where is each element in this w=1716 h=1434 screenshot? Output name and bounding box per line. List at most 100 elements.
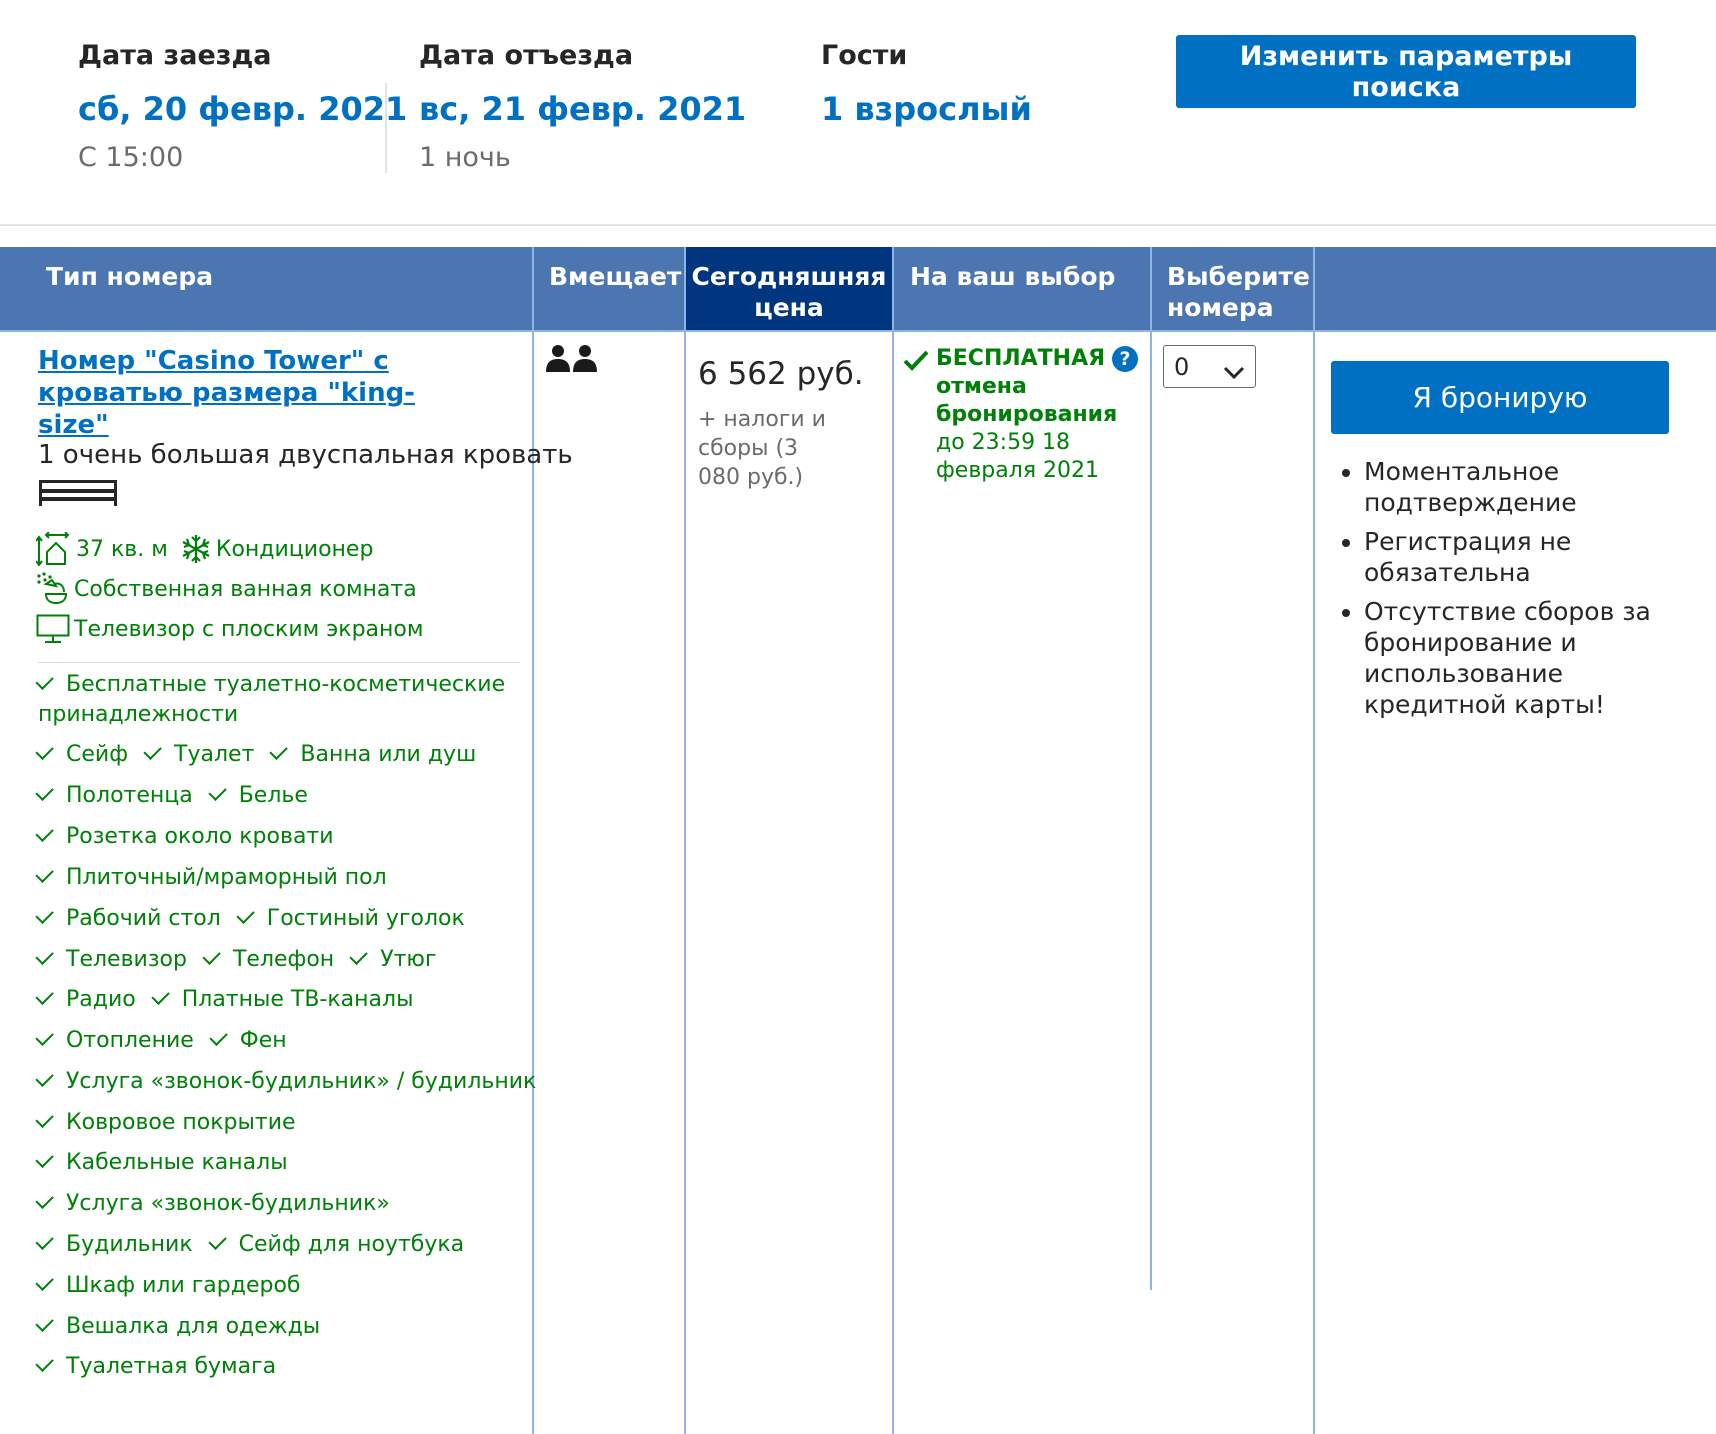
benefit-item: Моментальное подтверждение xyxy=(1364,456,1704,518)
amenity-item: Будильник xyxy=(35,1231,193,1257)
amenity-item: Утюг xyxy=(349,946,437,972)
ac-text: Кондиционер xyxy=(215,536,374,562)
amenity-row: Шкаф или гардероб xyxy=(35,1271,319,1301)
checkout-label: Дата отъезда xyxy=(419,40,634,71)
amenity-row: Вешалка для одежды xyxy=(35,1312,338,1342)
amenity-item: Гостиный уголок xyxy=(236,905,465,931)
free-cancellation-label: БЕСПЛАТНАЯ отмена бронирования xyxy=(936,346,1118,427)
checkmark-icon xyxy=(35,905,54,924)
checkin-date: сб, 20 февр. 2021 xyxy=(78,90,408,128)
bed-description: 1 очень большая двуспальная кровать xyxy=(38,440,573,470)
facility-row-tv: Телевизор с плоским экраном xyxy=(36,614,423,644)
checkmark-icon xyxy=(208,1231,227,1250)
amenity-row: Отопление Фен xyxy=(35,1026,305,1056)
amenity-item: Кабельные каналы xyxy=(35,1149,288,1175)
table-header: Тип номера Вмещает Сегодняшняя цена На ва… xyxy=(0,247,1716,332)
summary-divider xyxy=(385,83,387,173)
checkmark-icon xyxy=(35,946,54,965)
book-now-button[interactable]: Я бронирую xyxy=(1331,361,1669,434)
header-capacity: Вмещает xyxy=(549,262,682,291)
amenity-item: Услуга «звонок-будильник» xyxy=(35,1190,390,1216)
amenity-item: Телефон xyxy=(202,946,334,972)
amenity-row: Услуга «звонок-будильник» / будильник xyxy=(35,1067,554,1097)
guests-label: Гости xyxy=(821,40,908,71)
amenity-item: Рабочий стол xyxy=(35,905,221,931)
facility-row-bathroom: Собственная ванная комната xyxy=(36,572,417,606)
checkin-label: Дата заезда xyxy=(78,40,272,71)
checkmark-icon xyxy=(236,905,255,924)
price-taxes: + налоги и сборы (3 080 руб.) xyxy=(698,407,826,490)
checkmark-icon xyxy=(35,1231,54,1250)
amenity-row: Телевизор Телефон Утюг xyxy=(35,945,455,975)
checkout-date: вс, 21 февр. 2021 xyxy=(419,90,747,128)
checkout-block: Дата отъезда вс, 21 февр. 2021 1 ночь xyxy=(419,38,746,176)
amenity-item: Бесплатные туалетно-косметические принад… xyxy=(35,671,505,727)
amenity-item: Туалетная бумага xyxy=(35,1353,276,1379)
amenity-row: Плиточный/мраморный пол xyxy=(35,863,405,893)
column-divider xyxy=(684,247,686,1434)
amenity-row: Будильник Сейф для ноутбука xyxy=(35,1230,482,1260)
checkin-time: С 15:00 xyxy=(78,142,184,173)
amenity-item: Плиточный/мраморный пол xyxy=(35,864,387,890)
amenity-item: Сейф xyxy=(35,741,128,767)
checkmark-icon xyxy=(35,1149,54,1168)
column-divider xyxy=(532,247,534,1434)
checkmark-icon xyxy=(209,1027,228,1046)
amenity-row: Полотенца Белье xyxy=(35,781,326,811)
amenity-row: Услуга «звонок-будильник» xyxy=(35,1189,408,1219)
checkmark-icon xyxy=(35,1109,54,1128)
checkmark-icon xyxy=(35,741,54,760)
room-quantity-value: 0 xyxy=(1174,352,1190,381)
header-select-rooms: Выберите номера xyxy=(1167,262,1310,322)
amenity-item: Ковровое покрытие xyxy=(35,1109,296,1135)
amenity-item: Отопление xyxy=(35,1027,194,1053)
checkmark-icon xyxy=(349,946,368,965)
amenity-row: Розетка около кровати xyxy=(35,822,352,852)
checkmark-icon xyxy=(269,741,289,760)
checkmark-icon xyxy=(35,986,54,1005)
checkmark-icon xyxy=(35,1313,54,1332)
summary-separator xyxy=(0,224,1716,226)
amenity-item: Платные ТВ-каналы xyxy=(151,986,413,1012)
amenity-row: Туалетная бумага xyxy=(35,1352,294,1382)
header-choice: На ваш выбор xyxy=(910,262,1116,291)
change-search-button[interactable]: Изменить параметры поиска xyxy=(1176,35,1636,108)
amenity-item: Фен xyxy=(209,1027,287,1053)
amenity-row: Ковровое покрытие xyxy=(35,1108,314,1138)
amenity-row: Кабельные каналы xyxy=(35,1148,306,1178)
shower-icon xyxy=(37,572,68,605)
room-size-icon xyxy=(36,532,70,566)
amenity-item: Вешалка для одежды xyxy=(35,1313,320,1339)
question-circle-icon[interactable]: ? xyxy=(1112,346,1138,372)
checkmark-icon xyxy=(208,782,227,801)
guests-value: 1 взрослый xyxy=(821,90,1032,128)
amenity-item: Ванна или душ xyxy=(269,741,476,767)
area-text: 37 кв. м xyxy=(76,536,168,562)
checkmark-icon xyxy=(35,823,54,842)
header-room-type: Тип номера xyxy=(46,262,214,291)
amenity-item: Белье xyxy=(208,782,308,808)
bathroom-text: Собственная ванная комната xyxy=(74,576,417,602)
amenity-item: Услуга «звонок-будильник» / будильник xyxy=(35,1068,536,1094)
guests-block: Гости 1 взрослый xyxy=(821,38,1032,130)
header-underline xyxy=(0,330,1716,332)
checkmark-icon xyxy=(35,864,54,883)
checkmark-icon xyxy=(35,1068,54,1087)
amenity-row: Сейф Туалет Ванна или душ xyxy=(35,740,494,770)
header-price: Сегодняшняя цена xyxy=(685,247,893,332)
amenity-item: Телевизор xyxy=(35,946,187,972)
tv-text: Телевизор с плоским экраном xyxy=(74,616,424,642)
checkmark-icon xyxy=(202,946,221,965)
room-quantity-select[interactable]: 0 xyxy=(1163,345,1256,388)
room-title-link[interactable]: Номер "Casino Tower" с кроватью размера "… xyxy=(38,345,478,441)
checkmark-icon xyxy=(35,1353,54,1372)
price-amount: 6 562 руб. xyxy=(698,356,864,392)
snowflake-icon xyxy=(182,535,210,563)
benefit-item: Отсутствие сборов за бронирование и испо… xyxy=(1364,596,1704,720)
two-persons-icon xyxy=(545,344,599,378)
cancellation-deadline: до 23:59 18 февраля 2021 xyxy=(936,430,1100,483)
checkmark-icon xyxy=(151,986,170,1005)
column-divider xyxy=(1313,247,1315,1434)
facility-row-area: 37 кв. м Кондиционер xyxy=(36,532,373,566)
facilities-divider xyxy=(38,662,520,663)
